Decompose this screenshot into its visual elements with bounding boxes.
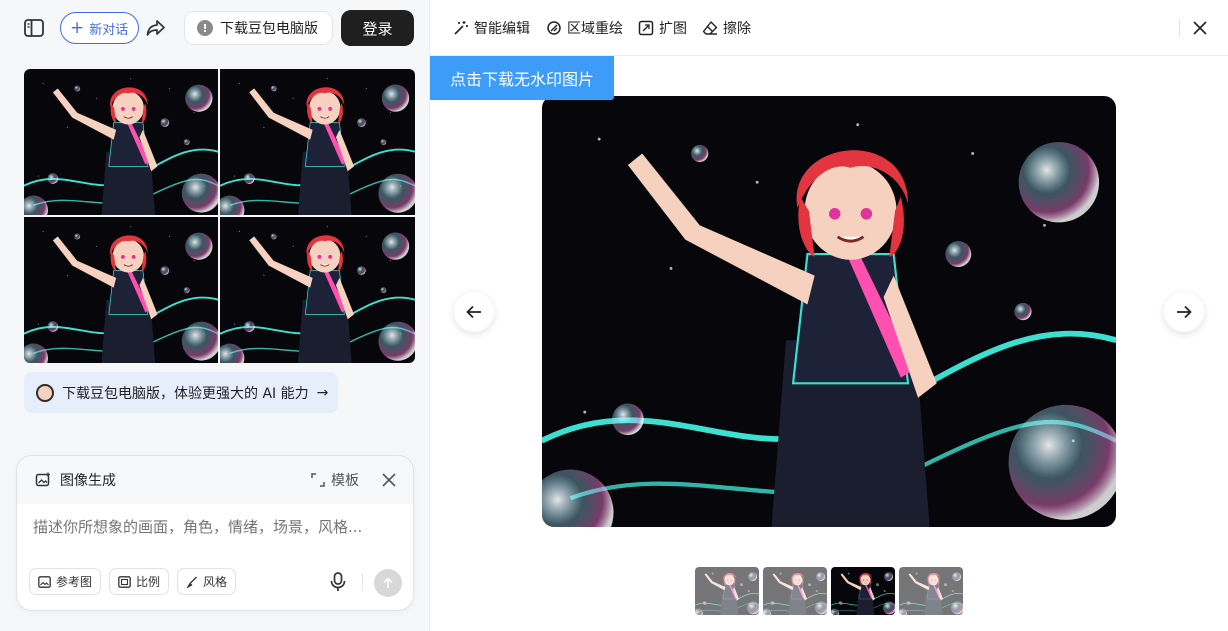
eraser-icon <box>702 21 718 35</box>
sidebar-toggle-icon[interactable] <box>20 14 48 42</box>
aspect-ratio-chip[interactable]: 比例 <box>109 568 170 595</box>
promo-text: 下载豆包电脑版，体验更强大的 AI 能力 <box>62 385 309 402</box>
expand-image-button[interactable]: 扩图 <box>638 18 687 38</box>
thumbnail-strip <box>695 567 963 615</box>
image-viewer-panel: 智能编辑 区域重绘 扩图 擦除 点击下载无水印图片 <box>430 0 1228 631</box>
image-edit-icon <box>35 472 50 487</box>
avatar <box>36 383 54 402</box>
region-redraw-icon <box>547 21 561 35</box>
close-icon[interactable] <box>1190 18 1210 38</box>
template-button[interactable]: 模板 <box>311 470 359 490</box>
brush-icon <box>186 576 197 588</box>
generated-image-4[interactable] <box>220 217 415 363</box>
arrow-right-icon: → <box>316 384 329 401</box>
erase-button[interactable]: 擦除 <box>702 18 751 38</box>
composer-title-label: 图像生成 <box>60 473 116 489</box>
prompt-input[interactable] <box>33 518 399 536</box>
arrow-left-icon <box>466 305 481 319</box>
send-arrow-icon[interactable] <box>374 569 402 597</box>
main-image <box>542 96 1116 527</box>
thumbnail-1[interactable] <box>695 567 759 615</box>
thumbnail-2[interactable] <box>763 567 827 615</box>
thumbnail-3[interactable] <box>831 567 895 615</box>
generated-image-3[interactable] <box>24 217 218 363</box>
composer-header: 图像生成 模板 <box>17 456 413 504</box>
microphone-icon[interactable] <box>327 570 349 594</box>
generated-image-1[interactable] <box>24 69 218 215</box>
download-pc-button[interactable]: ! 下载豆包电脑版 <box>184 11 333 45</box>
image-toolbar: 智能编辑 区域重绘 扩图 擦除 <box>430 0 1228 56</box>
erase-label: 擦除 <box>723 21 751 37</box>
reference-image-chip[interactable]: 参考图 <box>29 568 102 595</box>
image-icon <box>38 575 51 588</box>
generated-image-grid <box>24 69 415 363</box>
magic-wand-icon <box>454 21 468 35</box>
share-icon[interactable] <box>142 14 170 42</box>
plus-icon: + <box>70 17 85 38</box>
aspect-ratio-label: 比例 <box>136 575 161 589</box>
download-promo-banner[interactable]: 下载豆包电脑版，体验更强大的 AI 能力 → <box>24 372 339 413</box>
composer-divider <box>362 573 363 591</box>
composer-title: 图像生成 <box>35 470 116 490</box>
chat-topbar: + 新对话 ! 下载豆包电脑版 登录 <box>0 0 430 56</box>
previous-image-button[interactable] <box>454 292 494 332</box>
new-chat-label: 新对话 <box>89 22 129 38</box>
download-no-watermark-button[interactable]: 点击下载无水印图片 <box>430 56 614 100</box>
template-label: 模板 <box>331 473 359 489</box>
generated-image-2[interactable] <box>220 69 415 215</box>
smart-edit-label: 智能编辑 <box>474 21 530 37</box>
login-button[interactable]: 登录 <box>341 10 414 46</box>
style-label: 风格 <box>203 575 228 589</box>
close-icon[interactable] <box>379 470 399 490</box>
thumbnail-4[interactable] <box>899 567 963 615</box>
region-redraw-label: 区域重绘 <box>567 21 623 37</box>
expand-image-icon <box>638 20 654 36</box>
expand-image-label: 扩图 <box>659 21 687 37</box>
style-chip[interactable]: 风格 <box>177 568 237 595</box>
image-generation-composer: 图像生成 模板 参考图 比例 风格 <box>16 455 414 611</box>
toolbar-divider <box>1179 19 1180 37</box>
region-redraw-button[interactable]: 区域重绘 <box>546 18 623 38</box>
expand-icon <box>311 473 325 487</box>
chat-panel: + 新对话 ! 下载豆包电脑版 登录 下载豆包电脑版，体验更强大的 AI 能力 … <box>0 0 430 631</box>
new-chat-button[interactable]: + 新对话 <box>60 12 140 44</box>
next-image-button[interactable] <box>1164 292 1204 332</box>
reference-image-label: 参考图 <box>56 575 93 589</box>
ratio-icon <box>118 575 131 588</box>
smart-edit-button[interactable]: 智能编辑 <box>453 18 530 38</box>
arrow-right-icon <box>1177 305 1192 319</box>
download-pc-label: 下载豆包电脑版 <box>220 21 318 37</box>
alert-icon: ! <box>197 20 213 36</box>
